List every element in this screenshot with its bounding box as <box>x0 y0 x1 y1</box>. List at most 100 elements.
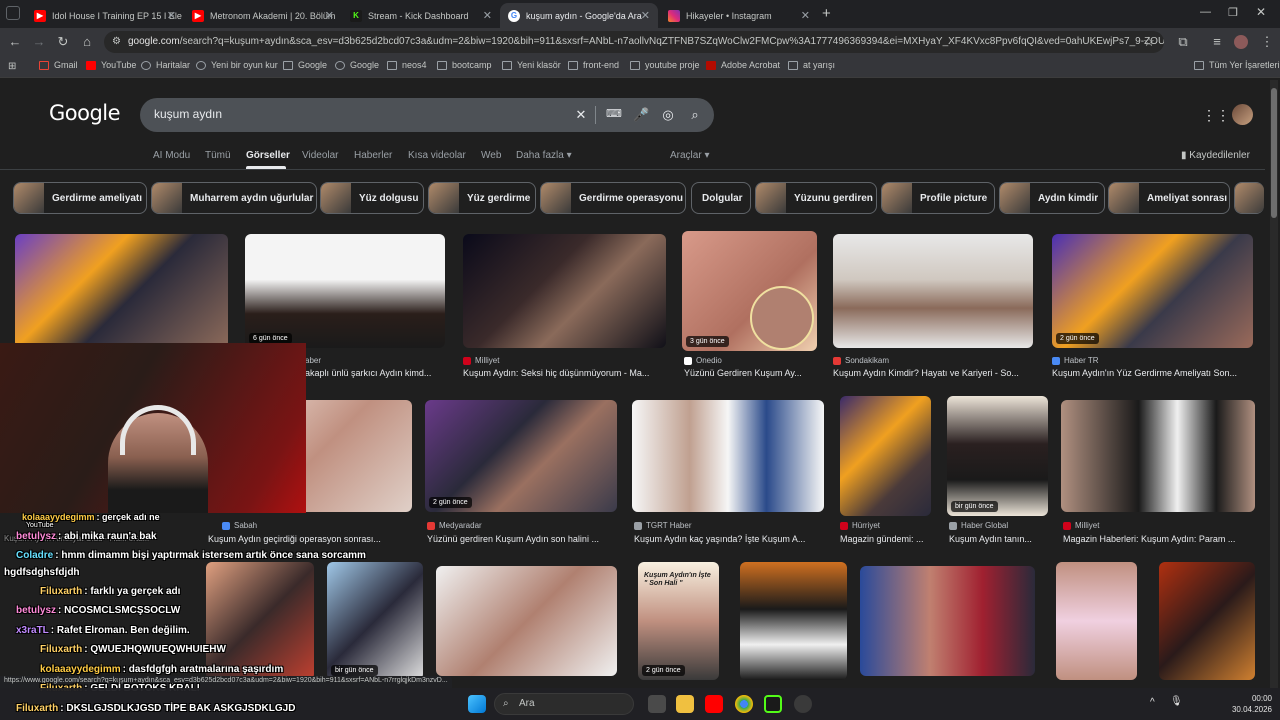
search-box[interactable]: kuşum aydın ✕ ⌨ 🎤 ◎ ⌕ <box>140 98 714 132</box>
result-caption[interactable]: Kuşum Aydın'ın Yüz Gerdirme Ameliyatı So… <box>1052 368 1252 378</box>
bookmark-neos4[interactable]: neos4 <box>387 60 427 70</box>
image-result[interactable] <box>1056 562 1137 680</box>
bookmark-yeni-klasor[interactable]: Yeni klasör <box>502 60 561 70</box>
result-source[interactable]: Sondakikam <box>833 356 889 365</box>
media-icon[interactable]: ≡ <box>1208 33 1226 51</box>
result-caption[interactable]: Kuşum Aydın geçirdiği operasyon sonrası.… <box>208 534 410 544</box>
new-tab-button[interactable]: + <box>822 5 831 22</box>
windows-start-icon[interactable] <box>468 695 486 713</box>
google-logo[interactable]: Google <box>49 101 121 125</box>
tab-more[interactable]: Daha fazla ▾ <box>516 150 572 161</box>
image-result[interactable] <box>840 396 931 516</box>
result-source[interactable]: Medyaradar <box>427 521 482 530</box>
bookmark-bootcamp[interactable]: bootcamp <box>437 60 492 70</box>
image-result[interactable]: 6 gün önce <box>245 234 445 348</box>
bookmark-star-icon[interactable]: ☆ <box>1140 33 1158 51</box>
taskbar-clock[interactable]: 00:00 30.04.2026 <box>1228 693 1272 715</box>
avatar[interactable] <box>1232 104 1253 125</box>
close-icon[interactable]: ✕ <box>167 9 176 22</box>
image-result[interactable] <box>740 562 847 680</box>
image-result[interactable] <box>436 566 617 676</box>
bookmark-google[interactable]: Google <box>335 60 379 70</box>
close-icon[interactable]: ✕ <box>483 9 492 22</box>
chip-gerdirme-operasyonu[interactable]: Gerdirme operasyonu <box>540 182 686 214</box>
apps-grid-icon[interactable]: ⊞ <box>8 61 16 72</box>
image-result[interactable] <box>632 400 824 512</box>
chip-dolgular[interactable]: Dolgular <box>691 182 751 214</box>
address-bar[interactable]: ⚙ google.com/search?q=kuşum+aydın&sca_es… <box>104 31 1164 53</box>
result-source[interactable]: Haber Global <box>949 521 1008 530</box>
result-caption[interactable]: Yüzünü Gerdiren Kuşum Ay... <box>684 368 817 378</box>
image-result[interactable]: 2 gün önce <box>1052 234 1253 348</box>
result-caption[interactable]: Kuşum Aydın: Seksi hiç düşünmüyorum - Ma… <box>463 368 666 378</box>
image-result[interactable]: Kuşum Aydın'ın İşte " Son Hali " 2 gün ö… <box>638 562 719 680</box>
result-source[interactable]: Sabah <box>222 521 257 530</box>
chip-profile-picture[interactable]: Profile picture <box>881 182 995 214</box>
result-caption[interactable]: Magazin Haberleri: Kuşum Aydın: Param ..… <box>1063 534 1255 544</box>
chrome-icon[interactable] <box>735 695 753 713</box>
result-caption[interactable]: Magazin gündemi: ... <box>840 534 932 544</box>
chip-aydin-kimdir[interactable]: Aydın kimdir <box>999 182 1105 214</box>
result-caption[interactable]: Yüzünü gerdiren Kuşum Aydın son halini .… <box>427 534 619 544</box>
search-input[interactable]: kuşum aydın <box>154 107 222 121</box>
tab-search-icon[interactable] <box>6 6 20 20</box>
chip-yuz-dolgusu[interactable]: Yüz dolgusu <box>320 182 424 214</box>
tab-news[interactable]: Haberler <box>354 150 392 161</box>
bookmark-youtube[interactable]: YouTube <box>86 60 136 70</box>
google-apps-icon[interactable]: ⋮⋮ <box>1202 107 1230 124</box>
bookmark-google-folder[interactable]: Google <box>283 60 327 70</box>
extensions-icon[interactable]: ⧉ <box>1174 33 1192 51</box>
keyboard-icon[interactable]: ⌨ <box>606 107 622 120</box>
result-source[interactable]: Milliyet <box>1063 521 1099 530</box>
tab-web[interactable]: Web <box>481 150 501 161</box>
image-result[interactable] <box>833 234 1033 348</box>
tab-all[interactable]: Tümü <box>205 150 231 161</box>
minimize-button[interactable]: — <box>1200 6 1211 18</box>
image-result[interactable]: 2 gün önce <box>425 400 617 512</box>
bookmark-oyun[interactable]: Yeni bir oyun kur <box>196 60 278 70</box>
window-close-button[interactable]: ✕ <box>1256 5 1266 19</box>
all-bookmarks[interactable]: Tüm Yer İşaretleri <box>1194 60 1280 70</box>
chip-partial[interactable] <box>1234 182 1264 214</box>
image-result[interactable]: 3 gün önce <box>682 231 817 351</box>
tab-short-videos[interactable]: Kısa videolar <box>408 150 466 161</box>
tab-ai-mode[interactable]: AI Modu <box>153 150 190 161</box>
maximize-button[interactable]: ❐ <box>1228 6 1238 19</box>
tab-kick-dashboard[interactable]: K Stream - Kick Dashboard ✕ <box>342 3 500 28</box>
result-source[interactable]: aber <box>305 356 321 365</box>
result-source[interactable]: Hürriyet <box>840 521 880 530</box>
menu-icon[interactable]: ⋮ <box>1258 33 1276 51</box>
result-source[interactable]: Milliyet <box>463 356 499 365</box>
home-icon[interactable]: ⌂ <box>78 33 96 51</box>
bookmark-front-end[interactable]: front-end <box>568 60 619 70</box>
chip-muharrem[interactable]: Muharrem aydın uğurlular <box>151 182 317 214</box>
scrollbar-thumb[interactable] <box>1271 88 1277 218</box>
chip-ameliyat-sonrasi[interactable]: Ameliyat sonrası <box>1108 182 1230 214</box>
file-explorer-icon[interactable] <box>676 695 694 713</box>
youtube-icon[interactable] <box>705 695 723 713</box>
image-result[interactable] <box>206 562 314 680</box>
saved-button[interactable]: ▮ Kaydedilenler <box>1181 150 1250 161</box>
back-icon[interactable]: ← <box>6 33 24 51</box>
forward-icon[interactable]: → <box>30 33 48 51</box>
tray-chevron-icon[interactable]: ^ <box>1150 697 1155 708</box>
tools-button[interactable]: Araçlar ▾ <box>670 150 710 161</box>
bookmark-at-yarisi[interactable]: at yarışı <box>788 60 835 70</box>
close-icon[interactable]: ✕ <box>325 9 334 22</box>
image-result[interactable] <box>860 566 1035 676</box>
chip-yuz-gerdirme[interactable]: Yüz gerdirme <box>428 182 536 214</box>
taskbar-search[interactable]: ⌕ Ara <box>494 693 634 715</box>
profile-avatar[interactable] <box>1234 35 1248 49</box>
bookmark-haritalar[interactable]: Haritalar <box>141 60 190 70</box>
result-caption[interactable]: Kuşum Aydın kaç yaşında? İşte Kuşum A... <box>634 534 824 544</box>
result-caption[interactable]: akaplı ünlü şarkıcı Aydın kimd... <box>305 368 445 378</box>
kick-icon[interactable] <box>764 695 782 713</box>
search-icon[interactable]: ⌕ <box>687 107 703 123</box>
image-result[interactable]: bir gün önce <box>327 562 423 680</box>
camera-icon[interactable]: ◎ <box>660 107 676 123</box>
reload-icon[interactable]: ↻ <box>54 33 72 51</box>
tab-google-search[interactable]: G kuşum aydın - Google'da Ara ✕ <box>500 3 658 28</box>
image-result[interactable] <box>1061 400 1255 512</box>
tab-metronom[interactable]: ▶ Metronom Akademi | 20. Bölüm ✕ <box>184 3 342 28</box>
result-caption[interactable]: Kuşum Aydın tanın... <box>949 534 1049 544</box>
